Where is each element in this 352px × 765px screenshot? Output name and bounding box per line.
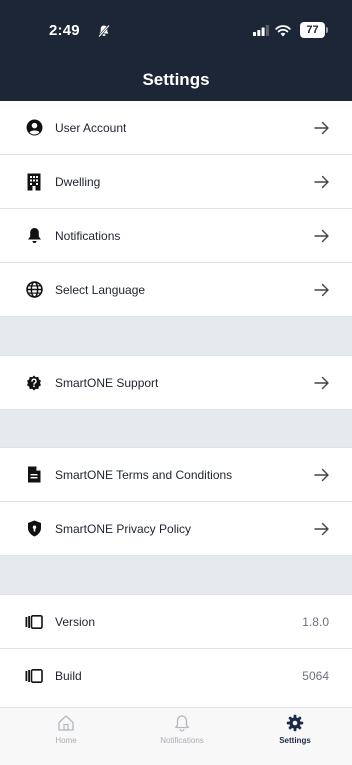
wifi-icon [275,25,291,37]
user-circle-icon [25,119,43,137]
page-title: Settings [142,70,210,89]
battery-level: 77 [300,22,325,38]
device-icon [25,613,43,631]
shield-icon [25,520,43,538]
arrow-right-icon [314,376,329,389]
building-icon [25,173,43,191]
settings-item-privacy[interactable]: SmartONE Privacy Policy [0,502,352,556]
settings-item-label: SmartONE Terms and Conditions [55,467,233,482]
settings-item-notifications[interactable]: Notifications [0,209,352,263]
build-value: 5064 [302,669,329,683]
settings-item-support[interactable]: SmartONE Support [0,356,352,410]
gear-icon [286,714,304,732]
question-badge-icon [25,374,43,392]
arrow-right-icon [314,175,329,188]
arrow-right-icon [314,522,329,535]
tab-settings[interactable]: Settings [250,714,340,745]
status-time: 2:49 [49,22,80,39]
info-label: Version [55,614,96,629]
section-divider [0,317,352,356]
section-divider [0,556,352,595]
section-divider [0,410,352,448]
device-icon [25,667,43,685]
globe-icon [25,281,43,299]
bell-outline-icon [175,715,189,732]
arrow-right-icon [314,283,329,296]
silent-mode-icon [98,24,110,38]
bell-icon [25,227,43,245]
settings-item-label: Select Language [55,282,146,297]
info-row-build: Build 5064 [0,649,352,703]
info-label: Build [55,669,82,683]
document-icon [25,466,43,484]
info-row-version: Version 1.8.0 [0,595,352,649]
settings-item-label: Dwelling [55,174,101,189]
settings-item-label: User Account [55,120,127,135]
settings-item-label: SmartONE Privacy Policy [55,521,192,536]
status-bar: 2:49 77 [0,22,352,42]
tab-bar: Home Notifications Settings [0,707,352,765]
arrow-right-icon [314,121,329,134]
tab-label: Notifications [160,736,204,745]
arrow-right-icon [314,229,329,242]
tab-home[interactable]: Home [21,714,111,745]
settings-item-label: Notifications [55,228,121,243]
version-value: 1.8.0 [302,614,329,629]
tab-label: Settings [279,736,311,745]
tab-notifications[interactable]: Notifications [137,714,227,745]
settings-item-select-language[interactable]: Select Language [0,263,352,317]
settings-item-user-account[interactable]: User Account [0,101,352,155]
cellular-signal-icon [253,25,269,36]
arrow-right-icon [314,468,329,481]
app-header: 2:49 77 Settings [0,0,352,101]
settings-item-dwelling[interactable]: Dwelling [0,155,352,209]
battery-icon: 77 [300,22,329,39]
tab-label: Home [55,736,77,745]
settings-item-terms[interactable]: SmartONE Terms and Conditions [0,448,352,502]
settings-item-label: SmartONE Support [55,375,159,390]
home-icon [58,715,74,731]
